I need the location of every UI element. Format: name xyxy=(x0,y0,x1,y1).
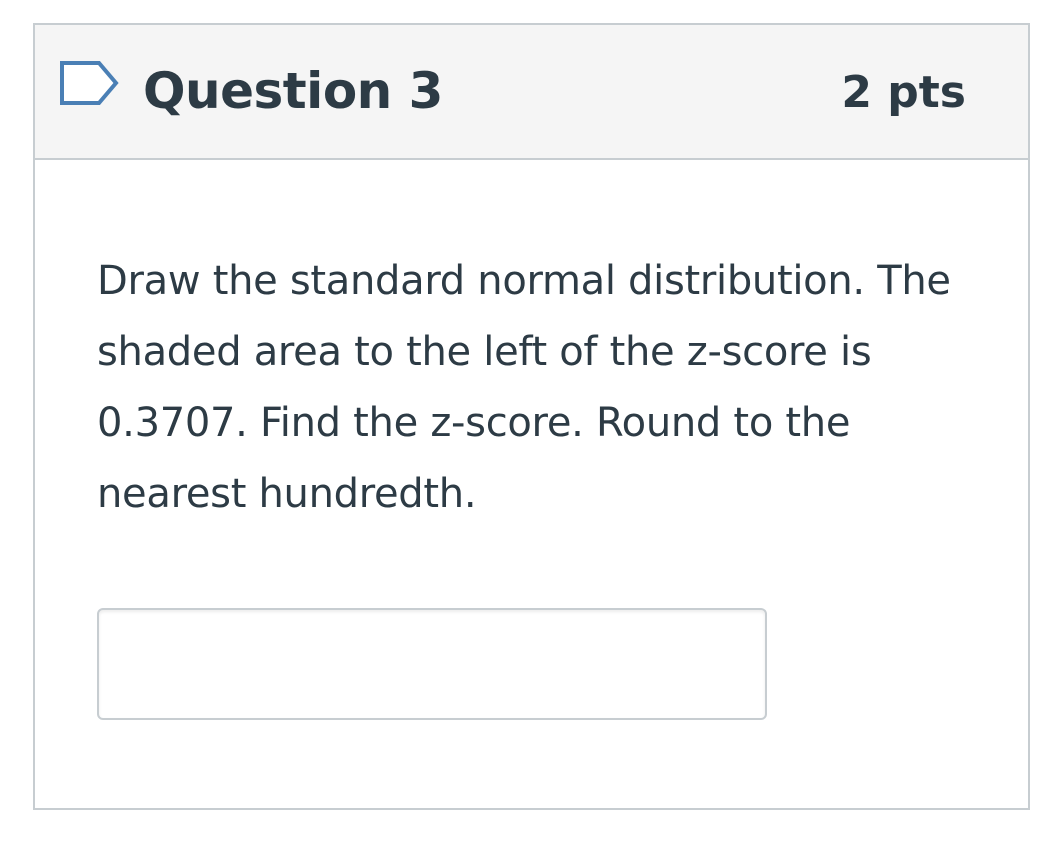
bookmark-flag-icon[interactable] xyxy=(59,60,119,106)
answer-input[interactable] xyxy=(97,608,767,720)
question-header: Question 3 2 pts xyxy=(35,25,1028,160)
question-text: Draw the standard normal distribution. T… xyxy=(97,258,951,517)
question-title: Question 3 xyxy=(143,62,443,120)
question-points: 2 pts xyxy=(841,67,966,118)
question-card: Question 3 2 pts Draw the standard norma… xyxy=(33,23,1030,810)
